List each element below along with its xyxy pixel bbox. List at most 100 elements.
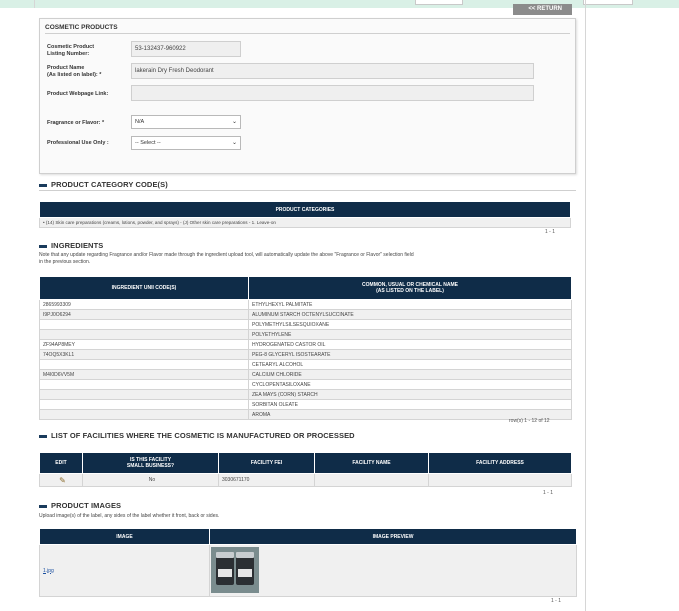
divider [39, 190, 576, 191]
images-pager: 1 - 1 [551, 598, 562, 604]
listing-page: << RETURN COSMETIC PRODUCTS Cosmetic Pro… [34, 4, 585, 611]
unii-cell: M4I0D6VV5M [39, 369, 249, 380]
unii-cell: ZF94AP8MEY [39, 339, 249, 350]
professional-select-value: -- Select -- [135, 140, 161, 146]
facilities-pager: 1 - 1 [543, 490, 554, 496]
ingredients-table: INGREDIENT UNII CODE(S) COMMON, USUAL OR… [39, 276, 572, 420]
listing-number-label-line: Cosmetic Product [47, 44, 95, 50]
ingredient-name-cell: PEG-8 GLYCERYL ISOSTEARATE [248, 349, 572, 360]
product-name-label-line: (As listed on label): * [47, 72, 102, 78]
listing-number-field: 53-132437-960922 [131, 41, 241, 57]
minus-bar-icon[interactable] [39, 504, 47, 508]
ingredient-name-cell: ETHYLHEXYL PALMITATE [248, 299, 572, 310]
ingredient-name-cell: HYDROGENATED CASTOR OIL [248, 339, 572, 350]
table-row: POLYMETHYLSILSESQUIOXANE [39, 319, 572, 330]
minus-bar-icon[interactable] [39, 434, 47, 438]
ingredient-name-cell: SORBITAN OLEATE [248, 399, 572, 410]
minus-bar-icon[interactable] [39, 244, 47, 248]
column-header-fei: FACILITY FEI [218, 452, 315, 474]
return-button[interactable]: << RETURN [513, 4, 572, 15]
table-row: AROMA [39, 409, 572, 420]
images-note: Upload image(s) of the label, any sides … [39, 513, 220, 519]
category-pager: 1 - 1 [545, 229, 556, 235]
table-row: ZEA MAYS (CORN) STARCH [39, 389, 572, 400]
table-row: CETEARYL ALCOHOL [39, 359, 572, 370]
ingredients-note-line: in the previous section. [39, 259, 91, 265]
unii-cell [39, 329, 249, 340]
table-row: CYCLOPENTASILOXANE [39, 379, 572, 390]
column-header-name-line: (AS LISTED ON THE LABEL) [376, 288, 444, 294]
ingredients-section-title: INGREDIENTS [39, 241, 103, 250]
professional-select[interactable]: -- Select -- ⌄ [131, 136, 241, 150]
minus-bar-icon[interactable] [39, 183, 47, 187]
category-table: PRODUCT CATEGORIES • (14) Skin care prep… [39, 201, 571, 228]
table-row: SORBITAN OLEATE [39, 399, 572, 410]
edit-cell[interactable]: ✎ [39, 473, 83, 487]
image-file-link[interactable]: 1.jpg [43, 568, 54, 574]
column-header-edit: EDIT [39, 452, 83, 474]
column-header-preview: IMAGE PREVIEW [209, 528, 577, 545]
table-row: ✎ No 3030671170 [39, 473, 572, 487]
unii-cell: 2865993309 [39, 299, 249, 310]
table-row: ZF94AP8MEY HYDROGENATED CASTOR OIL [39, 339, 572, 350]
column-header-facility-address: FACILITY ADDRESS [428, 452, 572, 474]
ingredients-note-line: Note that any update regarding Fragrance… [39, 252, 414, 258]
unii-cell [39, 409, 249, 420]
ingredient-name-cell: POLYMETHYLSILSESQUIOXANE [248, 319, 572, 330]
professional-label: Professional Use Only : [47, 140, 109, 146]
fei-cell: 3030671170 [218, 473, 315, 487]
top-bar-control [415, 0, 463, 5]
chevron-down-icon: ⌄ [231, 119, 237, 125]
facilities-section-title-text: LIST OF FACILITIES WHERE THE COSMETIC IS… [51, 431, 355, 440]
table-row: 74OQ5X3KL1 PEG-8 GLYCERYL ISOSTEARATE [39, 349, 572, 360]
category-row: • (14) Skin care preparations (creams, l… [39, 217, 571, 228]
webpage-label: Product Webpage Link: [47, 91, 109, 97]
ingredient-name-cell: POLYETHYLENE [248, 329, 572, 340]
table-row: I9PJ0O6294 ALUMINUM STARCH OCTENYLSUCCINA… [39, 309, 572, 320]
product-name-label: Product Name (As listed on label): * [47, 65, 101, 79]
unii-cell: 74OQ5X3KL1 [39, 349, 249, 360]
images-section-title-text: PRODUCT IMAGES [51, 501, 122, 510]
column-header-small-business: IS THIS FACILITY SMALL BUSINESS? [82, 452, 219, 474]
fragrance-select-value: N/A [135, 119, 145, 125]
product-image-preview[interactable] [211, 547, 259, 593]
table-row: 2865993309 ETHYLHEXYL PALMITATE [39, 299, 572, 310]
pencil-icon[interactable]: ✎ [59, 476, 66, 485]
cosmetic-products-form: COSMETIC PRODUCTS Cosmetic Product Listi… [39, 18, 576, 174]
category-header: PRODUCT CATEGORIES [39, 201, 571, 218]
facilities-table: EDIT IS THIS FACILITY SMALL BUSINESS? FA… [39, 452, 572, 487]
page-border-right [585, 0, 586, 611]
product-name-label-line: Product Name [47, 65, 85, 71]
webpage-field[interactable] [131, 85, 534, 101]
table-row: M4I0D6VV5M CALCIUM CHLORIDE [39, 369, 572, 380]
category-section-title: PRODUCT CATEGORY CODE(S) [39, 180, 168, 189]
small-business-cell: No [82, 473, 219, 487]
fragrance-select[interactable]: N/A ⌄ [131, 115, 241, 129]
table-row: POLYETHYLENE [39, 329, 572, 340]
listing-number-label-line: Listing Number: [47, 51, 90, 57]
ingredient-name-cell: ALUMINUM STARCH OCTENYLSUCCINATE [248, 309, 572, 320]
column-header-unii: INGREDIENT UNII CODE(S) [39, 276, 249, 300]
form-legend: COSMETIC PRODUCTS [45, 24, 118, 31]
facility-name-cell [314, 473, 429, 487]
ingredient-name-cell: CETEARYL ALCOHOL [248, 359, 572, 370]
product-lid-graphic [216, 552, 234, 558]
fragrance-label: Fragrance or Flavor: * [47, 120, 105, 126]
top-bar [0, 0, 679, 8]
column-header-small-business-line: SMALL BUSINESS? [126, 463, 175, 469]
category-section-title-text: PRODUCT CATEGORY CODE(S) [51, 180, 168, 189]
product-label-graphic [218, 569, 232, 577]
image-file-cell: 1.jpg [39, 544, 210, 597]
ingredients-pager: row(s) 1 - 12 of 12 [509, 418, 550, 424]
product-lid-graphic [236, 552, 254, 558]
images-section-title: PRODUCT IMAGES [39, 501, 121, 510]
product-name-field[interactable]: lakerain Dry Fresh Deodorant [131, 63, 534, 79]
ingredient-name-cell: ZEA MAYS (CORN) STARCH [248, 389, 572, 400]
ingredient-name-cell: CYCLOPENTASILOXANE [248, 379, 572, 390]
unii-cell [39, 319, 249, 330]
unii-cell [39, 359, 249, 370]
ingredients-section-title-text: INGREDIENTS [51, 241, 104, 250]
column-header-facility-name: FACILITY NAME [314, 452, 429, 474]
column-header-image: IMAGE [39, 528, 210, 545]
listing-number-label: Cosmetic Product Listing Number: [47, 44, 94, 58]
